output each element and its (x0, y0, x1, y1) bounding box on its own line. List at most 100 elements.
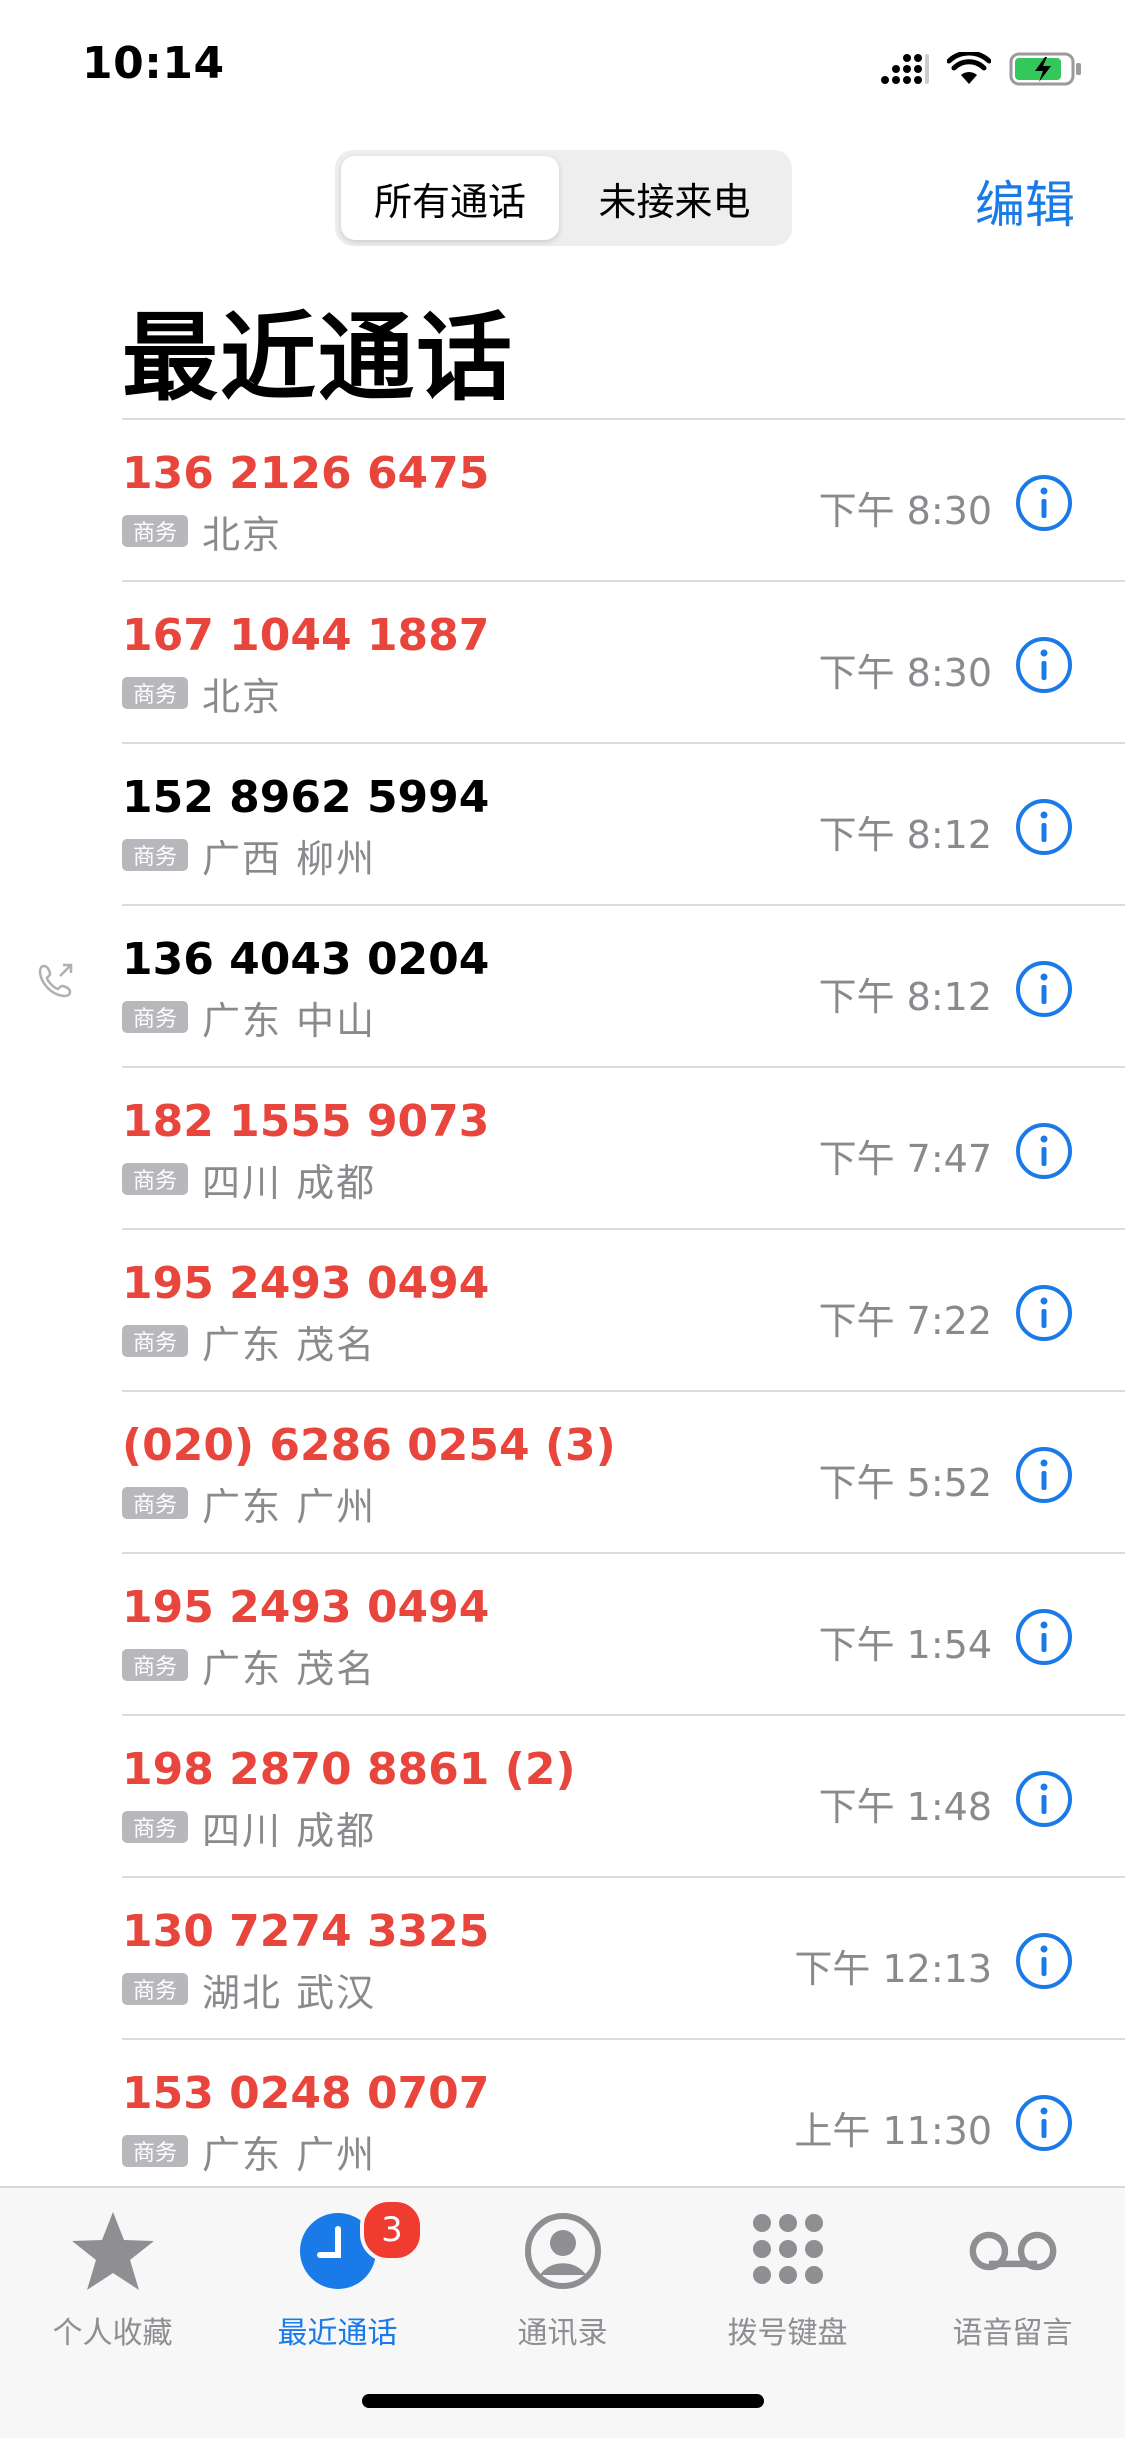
caller-number: 152 8962 5994 (122, 772, 490, 823)
caller-details: 商务 广东 茂名 (122, 1320, 376, 1367)
contacts-icon (518, 2206, 608, 2296)
caller-location: 广东 茂名 (202, 1646, 377, 1691)
business-tag: 商务 (122, 1487, 188, 1519)
caller-details: 商务 广东 广州 (122, 1482, 376, 1529)
caller-number: 153 0248 0707 (122, 2068, 490, 2119)
tab-label: 通讯录 (517, 2316, 608, 2351)
call-time: 下午 1:54 (818, 1623, 992, 1667)
call-time: 下午 7:22 (818, 1299, 992, 1343)
caller-location: 北京 (202, 512, 283, 557)
info-icon[interactable] (1015, 1932, 1073, 1990)
segment-all-calls[interactable]: 所有通话 (341, 156, 559, 240)
caller-location: 四川 成都 (202, 1160, 377, 1205)
caller-number: 136 4043 0204 (122, 934, 490, 985)
tab-voicemail[interactable]: 语音留言 (900, 2206, 1125, 2356)
call-row[interactable]: 195 2493 0494 商务 广东 茂名 下午 7:22 (0, 1228, 1125, 1390)
status-icons (879, 48, 1083, 90)
call-filter-segmented-control: 所有通话 未接来电 (335, 150, 792, 246)
caller-location: 广东 茂名 (202, 1322, 377, 1367)
tab-label: 拨号键盘 (727, 2316, 848, 2351)
outgoing-call-icon (38, 963, 73, 998)
caller-details: 商务 四川 成都 (122, 1806, 376, 1853)
wifi-icon (947, 52, 991, 84)
business-tag: 商务 (122, 1325, 188, 1357)
caller-details: 商务 广西 柳州 (122, 834, 376, 881)
call-row[interactable]: 167 1044 1887 商务 北京 下午 8:30 (0, 580, 1125, 742)
call-row[interactable]: 136 2126 6475 商务 北京 下午 8:30 (0, 418, 1125, 580)
info-icon[interactable] (1015, 960, 1073, 1018)
call-row[interactable]: 198 2870 8861 (2) 商务 四川 成都 下午 1:48 (0, 1714, 1125, 1876)
caller-location: 北京 (202, 674, 283, 719)
home-indicator (362, 2394, 764, 2408)
call-row[interactable]: 136 4043 0204 商务 广东 中山 下午 8:12 (0, 904, 1125, 1066)
cellular-signal-icon (881, 54, 929, 84)
caller-details: 商务 四川 成都 (122, 1158, 376, 1205)
caller-number: 130 7274 3325 (122, 1906, 490, 1957)
call-row[interactable]: 182 1555 9073 商务 四川 成都 下午 7:47 (0, 1066, 1125, 1228)
call-time: 下午 12:13 (794, 1947, 992, 1991)
info-icon[interactable] (1015, 1122, 1073, 1180)
caller-details: 商务 北京 (122, 672, 282, 719)
call-row[interactable]: (020) 6286 0254 (3) 商务 广东 广州 下午 5:52 (0, 1390, 1125, 1552)
edit-button[interactable]: 编辑 (975, 165, 1075, 237)
caller-details: 商务 广东 茂名 (122, 1644, 376, 1691)
caller-number: 198 2870 8861 (2) (122, 1744, 576, 1795)
info-icon[interactable] (1015, 1770, 1073, 1828)
caller-location: 广西 柳州 (202, 836, 377, 881)
recent-calls-list: 136 2126 6475 商务 北京 下午 8:30 167 1044 1887 商务北… (0, 418, 1125, 2200)
info-icon[interactable] (1015, 2094, 1073, 2152)
caller-details: 商务 湖北 武汉 (122, 1968, 376, 2015)
call-time: 下午 8:12 (818, 813, 992, 857)
missed-calls-badge: 3 (360, 2198, 424, 2262)
caller-location: 广东 广州 (202, 1484, 377, 1529)
caller-number: 167 1044 1887 (122, 610, 490, 661)
info-icon[interactable] (1015, 798, 1073, 856)
call-time: 上午 11:30 (794, 2109, 992, 2153)
info-icon[interactable] (1015, 1446, 1073, 1504)
tab-label: 最近通话 (277, 2316, 398, 2351)
call-row[interactable]: 130 7274 3325 商务 湖北 武汉 下午 12:13 (0, 1876, 1125, 2038)
caller-number: 195 2493 0494 (122, 1582, 490, 1633)
voicemail-icon (968, 2206, 1058, 2296)
caller-location: 湖北 武汉 (202, 1970, 377, 2015)
call-time: 下午 8:30 (818, 489, 992, 533)
call-row[interactable]: 152 8962 5994 商务 广西 柳州 下午 8:12 (0, 742, 1125, 904)
caller-number: 182 1555 9073 (122, 1096, 490, 1147)
business-tag: 商务 (122, 1163, 188, 1195)
caller-number: 136 2126 6475 (122, 448, 490, 499)
caller-details: 商务 广东 广州 (122, 2130, 376, 2177)
call-time: 下午 5:52 (818, 1461, 992, 1505)
caller-location: 广东 中山 (202, 998, 377, 1043)
call-row[interactable]: 153 0248 0707 商务 广东 广州 上午 11:30 (0, 2038, 1125, 2200)
star-icon (68, 2206, 158, 2296)
business-tag: 商务 (122, 1649, 188, 1681)
business-tag: 商务 (122, 515, 188, 547)
business-tag: 商务 (122, 1001, 188, 1033)
info-icon[interactable] (1015, 474, 1073, 532)
status-bar: 10:14 (0, 0, 1125, 130)
business-tag: 商务 (122, 839, 188, 871)
tab-label: 个人收藏 (52, 2316, 173, 2351)
caller-number: 195 2493 0494 (122, 1258, 490, 1309)
info-icon[interactable] (1015, 1608, 1073, 1666)
status-time: 10:14 (82, 38, 225, 89)
tab-contacts[interactable]: 通讯录 (450, 2206, 675, 2356)
caller-number: (020) 6286 0254 (3) (122, 1420, 616, 1471)
tab-label: 语音留言 (952, 2316, 1073, 2351)
business-tag: 商务 (122, 2135, 188, 2167)
business-tag: 商务 (122, 677, 188, 709)
keypad-icon (743, 2206, 833, 2296)
caller-location: 四川 成都 (202, 1808, 377, 1853)
caller-location: 广东 广州 (202, 2132, 377, 2177)
tab-favorites[interactable]: 个人收藏 (0, 2206, 225, 2356)
battery-charging-icon (1009, 52, 1081, 86)
call-time: 下午 8:30 (818, 651, 992, 695)
info-icon[interactable] (1015, 1284, 1073, 1342)
call-row[interactable]: 195 2493 0494 商务 广东 茂名 下午 1:54 (0, 1552, 1125, 1714)
page-title: 最近通话 (122, 302, 514, 414)
tab-keypad[interactable]: 拨号键盘 (675, 2206, 900, 2356)
info-icon[interactable] (1015, 636, 1073, 694)
caller-details: 商务 广东 中山 (122, 996, 376, 1043)
segment-missed-calls[interactable]: 未接来电 (563, 156, 786, 240)
call-time: 下午 1:48 (818, 1785, 992, 1829)
